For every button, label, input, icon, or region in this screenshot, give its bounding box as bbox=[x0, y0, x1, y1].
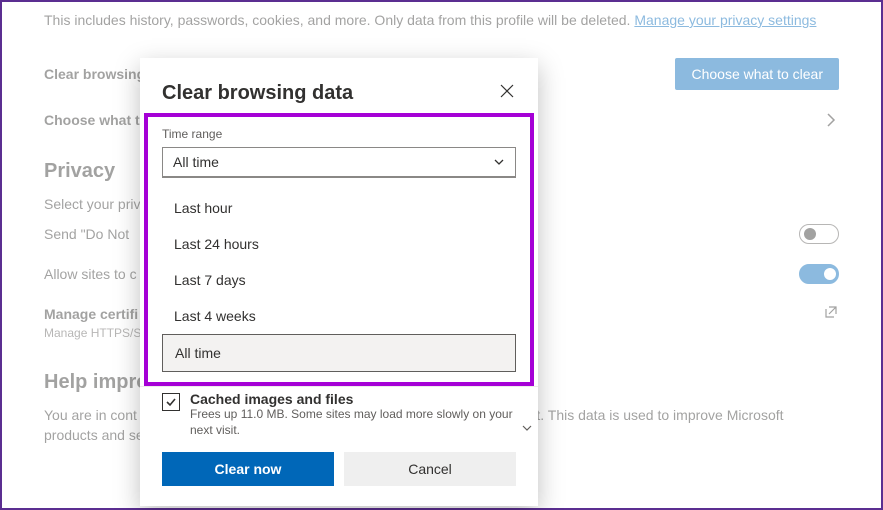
cancel-button[interactable]: Cancel bbox=[344, 452, 516, 486]
dialog-title: Clear browsing data bbox=[162, 82, 353, 105]
time-range-option[interactable]: Last 4 weeks bbox=[162, 298, 516, 334]
time-range-option[interactable]: Last 24 hours bbox=[162, 226, 516, 262]
clear-browsing-dialog: Clear browsing data Time range All time … bbox=[140, 58, 538, 506]
cached-checkbox[interactable] bbox=[162, 393, 180, 411]
cached-files-item[interactable]: Cached images and files Frees up 11.0 MB… bbox=[140, 386, 538, 438]
checkbox-area: Cached images and files Frees up 11.0 MB… bbox=[140, 386, 538, 438]
clear-now-button[interactable]: Clear now bbox=[162, 452, 334, 486]
time-range-option[interactable]: Last hour bbox=[162, 190, 516, 226]
time-range-option[interactable]: All time bbox=[162, 334, 516, 372]
time-range-dropdown: Last hourLast 24 hoursLast 7 daysLast 4 … bbox=[162, 190, 516, 372]
check-icon bbox=[165, 396, 177, 408]
close-icon bbox=[500, 84, 514, 98]
time-range-select[interactable]: All time bbox=[162, 147, 516, 178]
time-range-value: All time bbox=[173, 154, 219, 170]
time-range-highlight: Time range All time Last hourLast 24 hou… bbox=[144, 113, 534, 386]
chevron-down-icon bbox=[493, 156, 505, 168]
cached-label: Cached images and files bbox=[190, 391, 516, 407]
scroll-down-icon[interactable] bbox=[522, 423, 532, 436]
cached-desc: Frees up 11.0 MB. Some sites may load mo… bbox=[190, 407, 516, 438]
time-range-label: Time range bbox=[162, 127, 516, 141]
time-range-option[interactable]: Last 7 days bbox=[162, 262, 516, 298]
close-button[interactable] bbox=[498, 82, 516, 103]
